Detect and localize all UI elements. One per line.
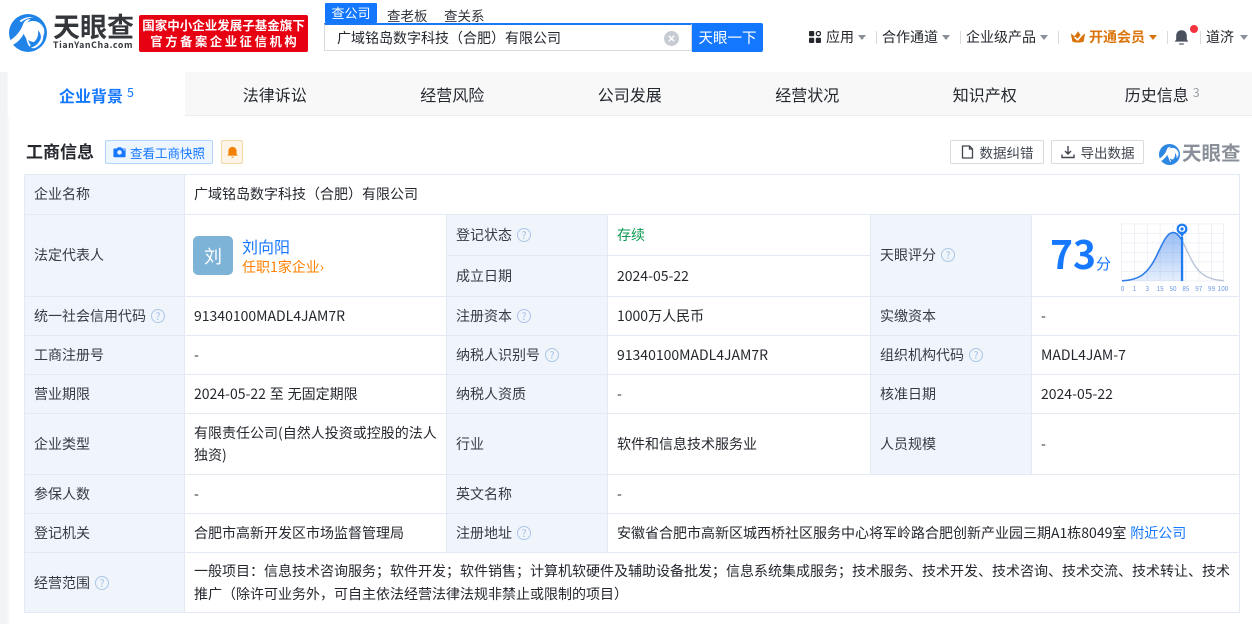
svg-text:85: 85 xyxy=(1182,284,1190,293)
svg-text:99: 99 xyxy=(1208,284,1216,293)
svg-text:3: 3 xyxy=(1146,284,1150,293)
svg-text:15: 15 xyxy=(1157,284,1165,293)
svg-text:0: 0 xyxy=(1121,284,1125,293)
svg-text:100: 100 xyxy=(1218,284,1229,293)
svg-text:97: 97 xyxy=(1195,284,1203,293)
svg-text:1: 1 xyxy=(1133,284,1137,293)
svg-text:50: 50 xyxy=(1169,284,1177,293)
